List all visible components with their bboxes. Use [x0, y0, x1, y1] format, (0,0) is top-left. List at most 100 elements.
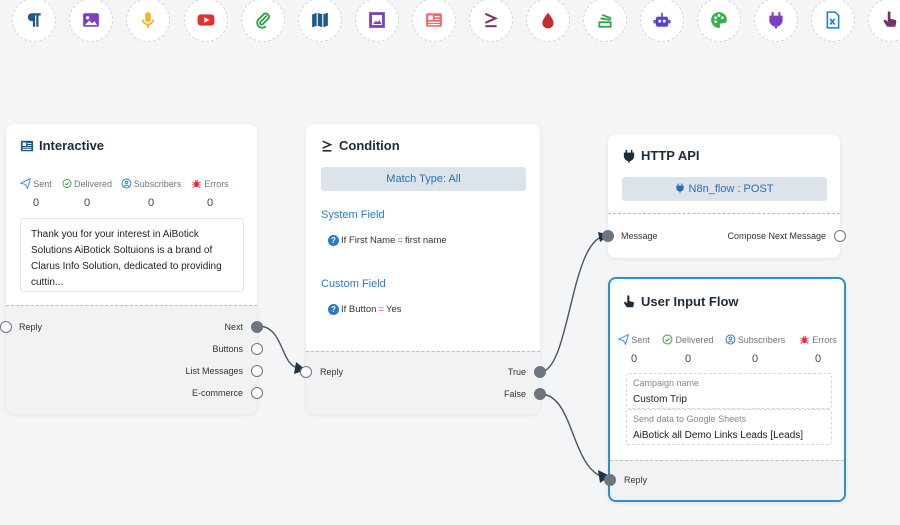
block-toolbar	[0, 0, 900, 50]
interactive-reply-port[interactable]	[0, 321, 12, 333]
greater-equal-icon	[322, 139, 333, 152]
condition-node[interactable]: Condition Match Type: All System Field ?…	[300, 124, 546, 414]
youtube-icon	[197, 14, 215, 26]
add-video-block-button[interactable]	[184, 0, 228, 42]
add-article-block-button[interactable]	[412, 0, 456, 42]
add-text-block-button[interactable]	[12, 0, 56, 42]
http-endpoint-pill[interactable]: N8n_flow : POST	[622, 177, 827, 201]
send-icon	[618, 334, 630, 345]
interactive-list-messages-port[interactable]	[251, 365, 263, 377]
interactive-node[interactable]: Interactive Sent 0 Delivered 0 Subscribe…	[0, 124, 263, 414]
image-icon	[83, 13, 99, 27]
map-icon	[312, 12, 328, 28]
condition-ports-area	[306, 351, 540, 414]
add-file-block-button[interactable]	[241, 0, 285, 42]
campaign-name-field[interactable]: Campaign name Custom Trip	[626, 373, 832, 409]
connector-condition-true-to-http	[539, 235, 606, 373]
stat-subscribers: Subscribers 0	[120, 178, 182, 209]
http-api-node[interactable]: HTTP API N8n_flow : POST Message Compose…	[602, 134, 846, 258]
add-style-block-button[interactable]	[697, 0, 741, 42]
http-compose-next-port[interactable]	[834, 230, 846, 242]
user-input-reply-label: Reply	[624, 475, 648, 485]
user-input-title-text: User Input Flow	[641, 294, 739, 309]
http-api-title-text: HTTP API	[641, 148, 700, 163]
stat-sent: Sent 0	[20, 178, 52, 209]
plug-icon	[623, 149, 635, 163]
add-carousel-block-button[interactable]	[355, 0, 399, 42]
stack-icon	[598, 14, 612, 28]
condition-node-title: Condition	[320, 138, 400, 153]
google-sheets-field[interactable]: Send data to Google Sheets AiBotick all …	[626, 409, 832, 445]
condition-true-label: True	[507, 367, 526, 377]
interactive-message-preview[interactable]: Thank you for your interest in AiBotick …	[20, 218, 244, 292]
user-circle-icon	[121, 178, 132, 189]
droplet-icon	[542, 12, 554, 29]
interactive-list-messages-label: List Messages	[185, 366, 243, 376]
http-compose-next-label: Compose Next Message	[727, 231, 826, 241]
newspaper-icon	[426, 13, 442, 27]
paragraph-icon	[27, 13, 41, 27]
user-circle-icon	[725, 334, 736, 345]
palette-icon	[711, 12, 727, 28]
add-sequence-block-button[interactable]	[583, 0, 627, 42]
connector-interactive-to-condition	[257, 325, 301, 369]
interactive-ecommerce-label: E-commerce	[191, 388, 243, 398]
interactive-buttons-label: Buttons	[212, 344, 243, 354]
stat-delivered: Delivered 0	[662, 334, 714, 365]
interactive-next-port[interactable]	[251, 321, 263, 333]
add-tag-block-button[interactable]	[526, 0, 570, 42]
hand-pointer-icon	[883, 11, 897, 27]
media-frame-icon	[369, 12, 385, 28]
bug-icon	[192, 179, 202, 188]
interactive-buttons-port[interactable]	[251, 343, 263, 355]
condition-title-text: Condition	[339, 138, 400, 153]
interactive-ecommerce-port[interactable]	[251, 387, 263, 399]
stat-subscribers: Subscribers 0	[724, 334, 786, 365]
bug-icon	[800, 335, 810, 344]
campaign-name-value: Custom Trip	[633, 394, 687, 405]
excel-file-icon	[826, 11, 840, 29]
user-input-flow-node[interactable]: User Input Flow Sent 0 Delivered 0 Subsc…	[604, 277, 846, 502]
add-condition-block-button[interactable]	[469, 0, 513, 42]
match-type-pill[interactable]: Match Type: All	[321, 167, 526, 191]
user-input-reply-port[interactable]	[604, 474, 616, 486]
add-user-input-block-button[interactable]	[868, 0, 900, 42]
add-sheet-block-button[interactable]	[811, 0, 855, 42]
help-icon: ?	[328, 304, 339, 315]
interactive-title-text: Interactive	[39, 138, 105, 153]
condition-false-label: False	[503, 389, 526, 399]
greater-equal-icon	[484, 12, 498, 28]
custom-field-rule[interactable]: ? If Button = Yes	[328, 304, 401, 315]
help-icon: ?	[328, 235, 339, 246]
add-http-api-block-button[interactable]	[754, 0, 798, 42]
add-audio-block-button[interactable]	[126, 0, 170, 42]
http-endpoint-text: N8n_flow : POST	[688, 183, 774, 195]
connector-condition-false-to-userinput	[539, 393, 607, 479]
interactive-stats: Sent 0 Delivered 0 Subscribers 0 Errors …	[20, 178, 230, 209]
send-icon	[20, 178, 32, 189]
add-ai-block-button[interactable]	[640, 0, 684, 42]
system-field-label: System Field	[321, 209, 385, 221]
add-image-block-button[interactable]	[69, 0, 113, 42]
newspaper-icon	[20, 140, 34, 151]
system-field-rule[interactable]: ? If First Name = first name	[328, 235, 447, 246]
condition-false-port[interactable]	[534, 388, 546, 400]
plug-icon	[676, 183, 685, 193]
add-location-block-button[interactable]	[298, 0, 342, 42]
stat-errors: Errors 0	[190, 178, 230, 209]
condition-reply-label: Reply	[320, 367, 344, 377]
condition-reply-port[interactable]	[300, 366, 312, 378]
user-input-stats: Sent 0 Delivered 0 Subscribers 0 Errors …	[618, 334, 838, 365]
stat-errors: Errors 0	[798, 334, 838, 365]
interactive-reply-label: Reply	[19, 322, 43, 332]
campaign-name-label: Campaign name	[633, 378, 700, 388]
check-circle-icon	[663, 334, 673, 345]
http-message-port[interactable]	[602, 230, 614, 242]
http-message-label: Message	[621, 231, 658, 241]
robot-icon	[653, 12, 671, 27]
google-sheets-value: AiBotick all Demo Links Leads [Leads]	[633, 430, 804, 441]
google-sheets-label: Send data to Google Sheets	[633, 414, 747, 424]
condition-true-port[interactable]	[534, 366, 546, 378]
check-circle-icon	[62, 179, 72, 188]
http-api-node-title: HTTP API	[622, 148, 700, 163]
